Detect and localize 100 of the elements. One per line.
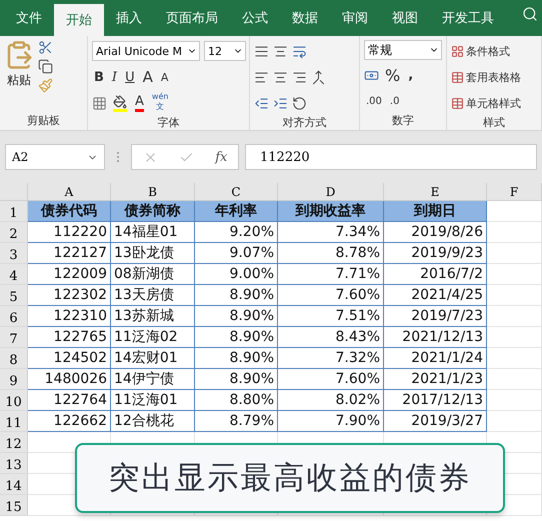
- ribbon-tab[interactable]: 文件: [4, 0, 54, 36]
- align-right-icon[interactable]: [292, 70, 307, 84]
- table-cell: 2016/7/2: [384, 264, 487, 285]
- ribbon-tab[interactable]: 开发工具: [430, 0, 506, 36]
- ribbon-tab[interactable]: 开始: [54, 4, 104, 36]
- row-header[interactable]: 11: [0, 411, 28, 432]
- table-cell: 7.34%: [278, 222, 384, 243]
- table-cell: 13卧龙债: [111, 243, 195, 264]
- table-grid-icon[interactable]: [451, 70, 464, 84]
- table-cell: 8.79%: [195, 411, 278, 432]
- remove-decimal-button[interactable]: .0: [388, 90, 402, 112]
- ribbon-tab[interactable]: 公式: [230, 0, 280, 36]
- style-button[interactable]: 条件格式: [451, 40, 521, 62]
- table-grid-icon[interactable]: [451, 44, 464, 58]
- row-header[interactable]: 5: [0, 285, 28, 306]
- scissors-icon[interactable]: [38, 40, 53, 55]
- wrap-text-icon[interactable]: [292, 44, 307, 58]
- percent-button[interactable]: %: [383, 64, 402, 86]
- row-header[interactable]: 7: [0, 327, 28, 348]
- merge-icon[interactable]: [311, 70, 326, 84]
- ribbon-tab[interactable]: 数据: [280, 0, 330, 36]
- table-cell: 8.90%: [195, 369, 278, 390]
- table-cell: 7.32%: [278, 348, 384, 369]
- ribbon-tab[interactable]: 视图: [380, 0, 430, 36]
- table-cell: 122127: [28, 243, 111, 264]
- table-cell: 11泛海01: [111, 390, 195, 411]
- column-header[interactable]: C: [195, 183, 278, 201]
- column-header[interactable]: E: [384, 183, 487, 201]
- row-header[interactable]: 6: [0, 306, 28, 327]
- table-cell: 8.90%: [195, 327, 278, 348]
- insert-function-button[interactable]: fx: [215, 150, 228, 164]
- top-align-icon[interactable]: [254, 44, 269, 58]
- phonetic-button[interactable]: wén 文: [150, 92, 170, 114]
- row-header[interactable]: 2: [0, 222, 28, 243]
- number-format-field[interactable]: 常规: [364, 40, 442, 60]
- name-box[interactable]: A2: [5, 144, 105, 170]
- row-header[interactable]: 4: [0, 264, 28, 285]
- paste-button[interactable]: 粘贴: [4, 40, 34, 112]
- table-cell: 14宏财01: [111, 348, 195, 369]
- table-cell: 112220: [28, 222, 111, 243]
- underline-button[interactable]: U: [123, 66, 137, 88]
- formula-field[interactable]: 112220: [245, 144, 537, 170]
- bold-button[interactable]: B: [92, 66, 106, 88]
- table-header-cell: 到期收益率: [278, 201, 384, 222]
- align-left-icon[interactable]: [254, 70, 269, 84]
- column-header[interactable]: F: [487, 183, 542, 201]
- table-cell: 13苏新城: [111, 306, 195, 327]
- middle-align-icon[interactable]: [273, 44, 288, 58]
- table-cell: 7.60%: [278, 369, 384, 390]
- row-header[interactable]: 9: [0, 369, 28, 390]
- copy-icon[interactable]: [38, 59, 53, 74]
- row-header[interactable]: 13: [0, 453, 28, 474]
- table-cell: 14福星01: [111, 222, 195, 243]
- table-cell: 13天房债: [111, 285, 195, 306]
- border-icon[interactable]: [92, 96, 107, 110]
- ribbon-tab[interactable]: 审阅: [330, 0, 380, 36]
- orientation-icon[interactable]: [292, 96, 307, 110]
- shrink-font-button[interactable]: A: [158, 66, 170, 88]
- comma-button[interactable]: ,: [406, 64, 416, 86]
- group-label: 对齐方式: [282, 115, 328, 131]
- table-cell: 7.90%: [278, 411, 384, 432]
- table-cell: 122765: [28, 327, 111, 348]
- row-header[interactable]: 10: [0, 390, 28, 411]
- table-cell: 7.51%: [278, 306, 384, 327]
- table-cell: 1480026: [28, 369, 111, 390]
- table-cell: 2021/4/25: [384, 285, 487, 306]
- row-header[interactable]: 3: [0, 243, 28, 264]
- row-header[interactable]: 15: [0, 495, 28, 516]
- style-button[interactable]: 套用表格格: [451, 66, 521, 88]
- table-header-cell: 债券代码: [28, 201, 111, 222]
- table-grid-icon[interactable]: [451, 96, 464, 110]
- table-cell: 122302: [28, 285, 111, 306]
- row-header[interactable]: 12: [0, 432, 28, 453]
- grow-font-button[interactable]: A: [140, 66, 155, 88]
- table-cell: 8.43%: [278, 327, 384, 348]
- column-header[interactable]: B: [111, 183, 195, 201]
- ribbon-tab[interactable]: 插入: [104, 0, 154, 36]
- table-cell: 8.02%: [278, 390, 384, 411]
- style-button[interactable]: 单元格样式: [451, 92, 521, 114]
- caption-toast: 突出显示最高收益的债券: [75, 443, 505, 513]
- table-cell: 2019/7/23: [384, 306, 487, 327]
- font-size-field[interactable]: 12: [204, 41, 246, 61]
- search-icon[interactable]: [522, 6, 538, 22]
- align-center-icon[interactable]: [273, 70, 288, 84]
- table-cell: 14伊宁债: [111, 369, 195, 390]
- font-name-field[interactable]: Arial Unicode M: [92, 41, 200, 61]
- italic-button[interactable]: I: [110, 66, 120, 88]
- row-header[interactable]: 14: [0, 474, 28, 495]
- indent-increase-icon[interactable]: [273, 96, 288, 110]
- table-cell: 2021/12/13: [384, 327, 487, 348]
- row-header[interactable]: 8: [0, 348, 28, 369]
- table-cell: 122662: [28, 411, 111, 432]
- font-color-button[interactable]: A: [133, 92, 146, 114]
- table-cell: 9.07%: [195, 243, 278, 264]
- add-decimal-button[interactable]: .00: [364, 90, 384, 112]
- column-header[interactable]: D: [278, 183, 384, 201]
- indent-decrease-icon[interactable]: [254, 96, 269, 110]
- row-header[interactable]: 1: [0, 201, 28, 222]
- ribbon-tab[interactable]: 页面布局: [154, 0, 230, 36]
- column-header[interactable]: A: [28, 183, 111, 201]
